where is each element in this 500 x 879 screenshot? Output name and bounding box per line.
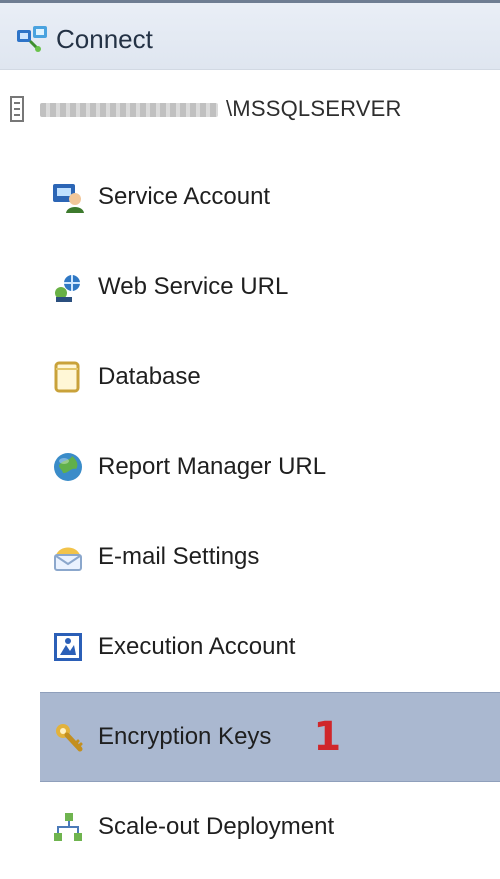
nav-item-label: Report Manager URL <box>98 453 327 480</box>
database-icon <box>50 359 86 395</box>
globe-icon <box>50 449 86 485</box>
server-node[interactable]: \MSSQLSERVER <box>8 94 402 124</box>
nav-item-label: Execution Account <box>98 633 296 660</box>
nav-item-label: Service Account <box>98 183 271 210</box>
nav-item-execution-account[interactable]: Execution Account <box>40 602 500 692</box>
nav-item-service-account[interactable]: Service Account <box>40 152 500 242</box>
execution-account-icon <box>50 629 86 665</box>
server-tree-icon <box>8 94 26 124</box>
nav-item-database[interactable]: Database <box>40 332 500 422</box>
encryption-keys-icon <box>50 719 86 755</box>
annotation-number: 1 <box>313 714 342 760</box>
nav-item-label: E-mail Settings <box>98 543 260 570</box>
connect-button[interactable]: Connect <box>14 21 153 57</box>
nav-item-web-service-url[interactable]: Web Service URL <box>40 242 500 332</box>
nav-item-scale-out-deployment[interactable]: Scale-out Deployment <box>40 782 500 872</box>
service-account-icon <box>50 179 86 215</box>
nav-item-report-manager-url[interactable]: Report Manager URL <box>40 422 500 512</box>
redacted-machine-name <box>40 103 218 118</box>
nav-item-label: Web Service URL <box>98 273 289 300</box>
nav-item-label: Scale-out Deployment <box>98 813 335 840</box>
nav-item-email-settings[interactable]: E-mail Settings <box>40 512 500 602</box>
email-settings-icon <box>50 539 86 575</box>
server-instance-name: \MSSQLSERVER <box>40 96 402 122</box>
nav-item-label: Database <box>98 363 201 390</box>
config-nav: Service Account Web Service URL Database… <box>40 152 500 872</box>
scale-out-icon <box>50 809 86 845</box>
connect-icon <box>14 21 50 57</box>
config-panel: Connect \MSSQLSERVER Service Account Web… <box>0 0 500 879</box>
nav-item-encryption-keys[interactable]: Encryption Keys 1 <box>40 692 500 782</box>
web-service-url-icon <box>50 269 86 305</box>
nav-item-label: Encryption Keys <box>98 723 272 750</box>
instance-suffix: \MSSQLSERVER <box>226 96 402 121</box>
toolbar: Connect <box>0 0 500 70</box>
connect-label: Connect <box>56 23 153 54</box>
